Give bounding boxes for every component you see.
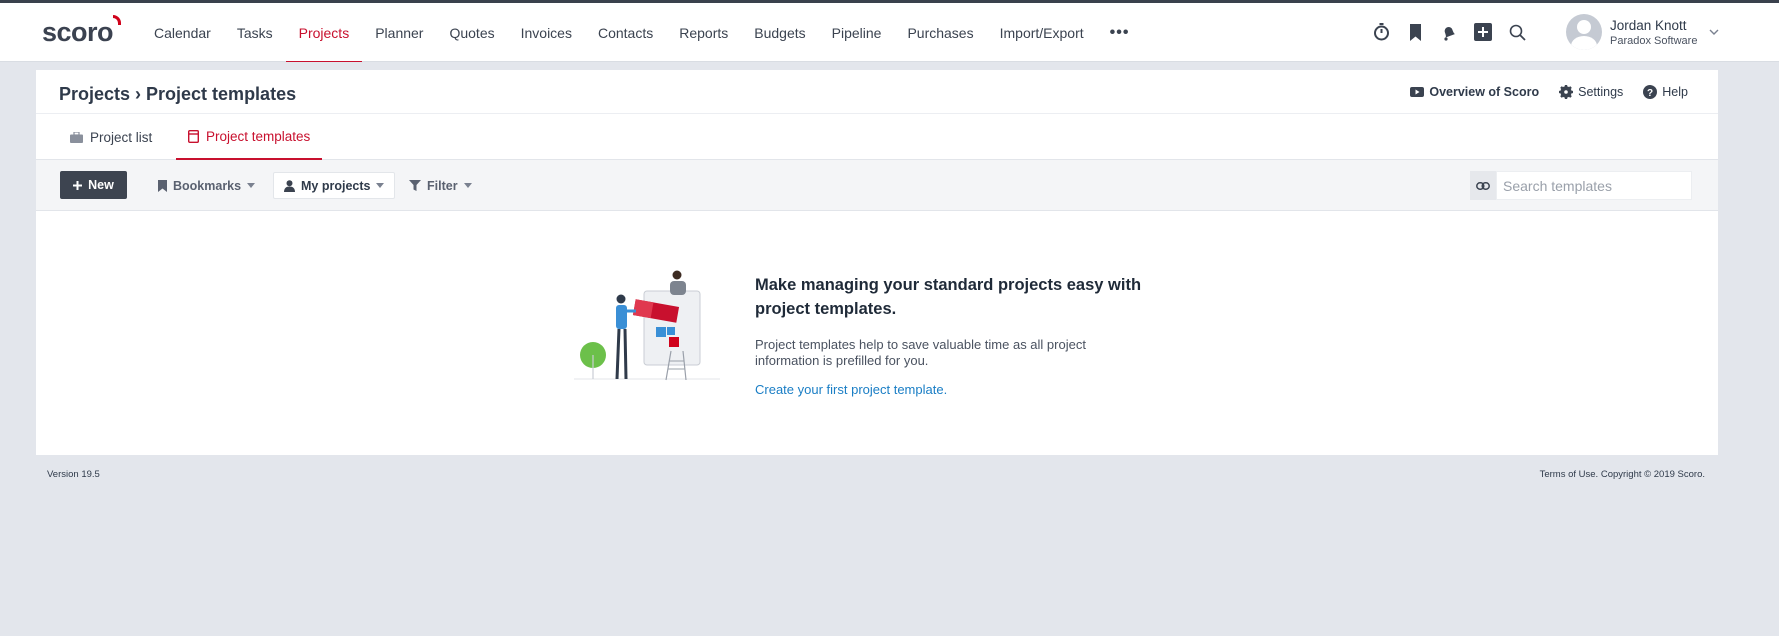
nav-item-quotes[interactable]: Quotes — [436, 3, 507, 62]
overview-label: Overview of Scoro — [1429, 85, 1540, 99]
version-label: Version 19.5 — [47, 469, 100, 480]
caret-down-icon — [247, 183, 256, 188]
add-icon[interactable] — [1472, 21, 1494, 43]
tab-project-templates[interactable]: Project templates — [176, 114, 323, 160]
new-button-label: New — [88, 178, 114, 192]
main-nav: Calendar Tasks Projects Planner Quotes I… — [141, 3, 1142, 62]
bookmarks-label: Bookmarks — [173, 178, 242, 193]
timer-icon[interactable] — [1370, 21, 1392, 43]
plus-icon — [73, 180, 83, 190]
top-navigation-bar: scoro Calendar Tasks Projects Planner Qu… — [0, 0, 1779, 62]
tab-project-list[interactable]: Project list — [58, 114, 164, 160]
briefcase-icon — [70, 131, 83, 143]
empty-state-title: Make managing your standard projects eas… — [755, 276, 1142, 318]
top-icon-group — [1370, 21, 1528, 43]
settings-label: Settings — [1578, 85, 1624, 99]
filter-icon — [409, 180, 421, 191]
project-templates-illustration — [574, 270, 720, 381]
copyright-text[interactable]: Terms of Use. Copyright © 2019 Scoro. — [1540, 469, 1705, 480]
my-projects-label: My projects — [301, 178, 371, 193]
help-icon: ? — [1643, 85, 1658, 99]
search-input[interactable] — [1496, 171, 1692, 200]
user-name: Jordan Knott — [1610, 17, 1687, 33]
my-projects-dropdown[interactable]: My projects — [273, 172, 396, 199]
user-icon — [284, 179, 295, 192]
search-link-button[interactable] — [1470, 171, 1496, 200]
caret-down-icon — [376, 183, 385, 188]
tab-project-templates-label: Project templates — [206, 128, 311, 144]
help-link[interactable]: ? Help — [1643, 85, 1688, 99]
user-menu[interactable]: Jordan Knott Paradox Software — [1566, 14, 1719, 50]
nav-item-calendar[interactable]: Calendar — [141, 3, 224, 62]
nav-item-projects[interactable]: Projects — [285, 3, 363, 62]
video-play-icon — [1410, 87, 1425, 97]
gear-icon — [1559, 85, 1574, 99]
empty-state: Make managing your standard projects eas… — [36, 212, 1718, 455]
nav-item-contacts[interactable]: Contacts — [585, 3, 666, 62]
avatar — [1566, 14, 1602, 50]
bookmark-icon[interactable] — [1404, 21, 1426, 43]
nav-item-tasks[interactable]: Tasks — [224, 3, 286, 62]
user-company: Paradox Software — [1610, 34, 1698, 47]
filter-label: Filter — [427, 178, 458, 193]
filter-dropdown[interactable]: Filter — [399, 172, 482, 199]
page-header: Projects › Project templates Overview of… — [36, 70, 1718, 114]
scoro-logo[interactable]: scoro — [42, 15, 122, 48]
nav-item-pipeline[interactable]: Pipeline — [819, 3, 895, 62]
overview-of-scoro-link[interactable]: Overview of Scoro — [1410, 85, 1539, 99]
help-label: Help — [1662, 85, 1688, 99]
nav-item-budgets[interactable]: Budgets — [741, 3, 818, 62]
tab-project-list-label: Project list — [90, 129, 153, 145]
link-icon — [1476, 181, 1490, 190]
create-first-template-link[interactable]: Create your first project template. — [755, 382, 947, 397]
notifications-bell-icon[interactable] — [1438, 21, 1460, 43]
logo-text: scoro — [42, 17, 114, 47]
bookmark-icon — [158, 179, 167, 192]
nav-item-invoices[interactable]: Invoices — [508, 3, 585, 62]
nav-more-menu[interactable]: ••• — [1097, 3, 1143, 62]
breadcrumb: Projects › Project templates — [59, 84, 297, 104]
new-button[interactable]: New — [60, 171, 127, 199]
nav-item-reports[interactable]: Reports — [666, 3, 741, 62]
svg-text:?: ? — [1647, 88, 1653, 99]
nav-item-import-export[interactable]: Import/Export — [987, 3, 1097, 62]
toolbar: New Bookmarks My projects Filter — [36, 160, 1718, 211]
nav-item-planner[interactable]: Planner — [362, 3, 436, 62]
bookmarks-dropdown[interactable]: Bookmarks — [148, 172, 265, 199]
nav-item-purchases[interactable]: Purchases — [894, 3, 986, 62]
main-panel: Projects › Project templates Overview of… — [36, 70, 1718, 455]
template-icon — [188, 129, 199, 143]
tab-bar: Project list Project templates — [36, 114, 1718, 160]
caret-down-icon — [463, 183, 472, 188]
template-search — [1470, 171, 1692, 200]
chevron-down-icon — [1709, 29, 1719, 35]
empty-state-description: Project templates help to save valuable … — [755, 337, 1086, 368]
logo-mark-icon — [113, 15, 122, 25]
search-icon[interactable] — [1506, 21, 1528, 43]
settings-link[interactable]: Settings — [1559, 85, 1623, 99]
